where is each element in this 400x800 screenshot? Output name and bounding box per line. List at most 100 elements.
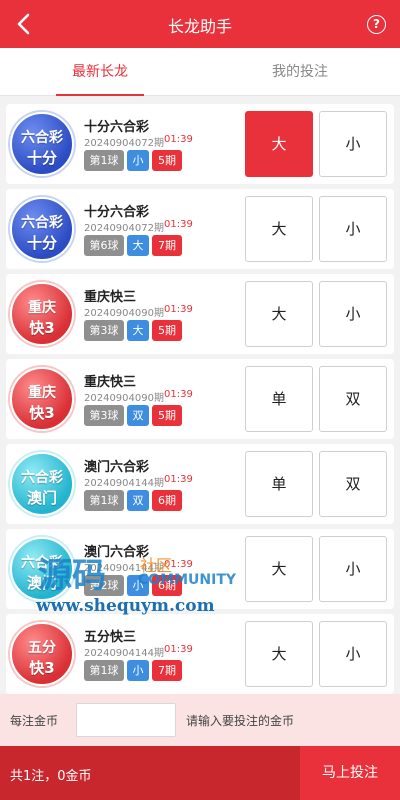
value-tag: 大 [127, 320, 149, 341]
logo-line1: 重庆 [28, 300, 56, 316]
list-item: 重庆 快3 重庆快三 20240904090期 01:39 第3球双 5期 单 双 [6, 359, 394, 439]
value-tag: 双 [127, 490, 149, 511]
value-tag: 小 [127, 660, 149, 681]
bet-option-a-button[interactable]: 大 [245, 536, 313, 602]
value-tag: 大 [127, 235, 149, 256]
list-item: 六合彩 澳门 澳门六合彩 20240904144期 01:39 第1球双 6期 单… [6, 444, 394, 524]
tab-label: 最新长龙 [72, 64, 128, 80]
issue-number: 20240904090期 [84, 308, 164, 319]
logo-line1: 六合彩 [21, 215, 63, 231]
place-bet-button[interactable]: 马上投注 [300, 746, 400, 800]
bet-option-b-button[interactable]: 小 [319, 196, 387, 262]
logo-line2: 十分 [26, 234, 57, 252]
periods-tag: 7期 [152, 235, 182, 256]
amount-hint: 请输入要投注的金币 [186, 714, 295, 728]
page-title: 长龙助手 [167, 17, 232, 36]
ball-tag: 第1球 [84, 660, 124, 681]
periods-tag: 7期 [152, 660, 182, 681]
value-tag: 双 [127, 405, 149, 426]
bet-option-b-button[interactable]: 小 [319, 621, 387, 687]
tag-row: 第6球大 7期 [84, 235, 185, 257]
active-tab-indicator [56, 94, 144, 96]
lottery-logo-icon: 六合彩 十分 [10, 197, 74, 261]
tag-row: 第3球双 5期 [84, 405, 185, 427]
amount-bar: 每注金币 请输入要投注的金币 [0, 694, 400, 746]
issue-number: 20240904072期 [84, 223, 164, 234]
countdown: 01:39 [164, 304, 193, 315]
logo-line2: 快3 [29, 404, 55, 422]
lottery-name: 十分六合彩 [84, 205, 150, 220]
issue-number: 20240904144期 [84, 563, 164, 574]
bet-summary: 共1注，0金币 [10, 769, 92, 784]
lottery-logo-icon: 六合彩 十分 [10, 112, 74, 176]
lottery-logo-icon: 六合彩 澳门 [10, 452, 74, 516]
countdown: 01:39 [164, 389, 193, 400]
ball-tag: 第1球 [84, 490, 124, 511]
tab-bar: 最新长龙 我的投注 [0, 48, 400, 96]
logo-line2: 快3 [29, 659, 55, 677]
logo-line2: 澳门 [26, 489, 57, 507]
tag-row: 第2球小 6期 [84, 575, 185, 597]
ball-tag: 第2球 [84, 575, 124, 596]
list-item: 五分 快3 五分快三 20240904144期 01:39 第1球小 7期 大 小 [6, 614, 394, 694]
periods-tag: 6期 [152, 490, 182, 511]
tab-my-bets[interactable]: 我的投注 [200, 48, 400, 96]
logo-line1: 五分 [28, 640, 56, 656]
periods-tag: 5期 [152, 405, 182, 426]
ball-tag: 第3球 [84, 405, 124, 426]
logo-line1: 六合彩 [21, 555, 63, 571]
lottery-name: 重庆快三 [84, 290, 137, 305]
issue-number: 20240904090期 [84, 393, 164, 404]
periods-tag: 5期 [152, 320, 182, 341]
bet-option-b-button[interactable]: 小 [319, 536, 387, 602]
countdown: 01:39 [164, 219, 193, 230]
bet-option-a-button[interactable]: 大 [245, 621, 313, 687]
logo-line2: 澳门 [26, 574, 57, 592]
lottery-logo-icon: 重庆 快3 [10, 282, 74, 346]
value-tag: 小 [127, 575, 149, 596]
lottery-logo-icon: 五分 快3 [10, 622, 74, 686]
lottery-logo-icon: 六合彩 澳门 [10, 537, 74, 601]
value-tag: 小 [127, 150, 149, 171]
bet-option-a-button[interactable]: 单 [245, 451, 313, 517]
tab-latest-streaks[interactable]: 最新长龙 [0, 48, 200, 96]
app-header: 长龙助手 ? [0, 0, 400, 48]
tag-row: 第1球双 6期 [84, 490, 185, 512]
logo-line2: 十分 [26, 149, 57, 167]
amount-input[interactable] [76, 703, 176, 737]
periods-tag: 6期 [152, 575, 182, 596]
lottery-name: 澳门六合彩 [84, 460, 150, 475]
tag-row: 第1球小 5期 [84, 150, 185, 172]
amount-label: 每注金币 [10, 714, 59, 728]
bet-option-b-button[interactable]: 小 [319, 281, 387, 347]
countdown: 01:39 [164, 559, 193, 570]
bet-option-a-button[interactable]: 大 [245, 196, 313, 262]
lottery-logo-icon: 重庆 快3 [10, 367, 74, 431]
logo-line1: 重庆 [28, 385, 56, 401]
lottery-name: 重庆快三 [84, 375, 137, 390]
tag-row: 第1球小 7期 [84, 660, 185, 682]
bet-option-a-button[interactable]: 大 [245, 111, 313, 177]
logo-line1: 六合彩 [21, 130, 63, 146]
bet-option-b-button[interactable]: 双 [319, 451, 387, 517]
periods-tag: 5期 [152, 150, 182, 171]
logo-line2: 快3 [29, 319, 55, 337]
ball-tag: 第3球 [84, 320, 124, 341]
lottery-name: 澳门六合彩 [84, 545, 150, 560]
list-item: 六合彩 澳门 澳门六合彩 20240904144期 01:39 第2球小 6期 大… [6, 529, 394, 609]
list-item: 重庆 快3 重庆快三 20240904090期 01:39 第3球大 5期 大 小 [6, 274, 394, 354]
bet-option-b-button[interactable]: 小 [319, 111, 387, 177]
help-icon[interactable]: ? [367, 15, 386, 34]
bet-option-a-button[interactable]: 单 [245, 366, 313, 432]
tab-label: 我的投注 [272, 64, 328, 80]
issue-number: 20240904144期 [84, 648, 164, 659]
lottery-name: 五分快三 [84, 630, 137, 645]
logo-line1: 六合彩 [21, 470, 63, 486]
countdown: 01:39 [164, 134, 193, 145]
list-item: 六合彩 十分 十分六合彩 20240904072期 01:39 第1球小 5期 大… [6, 104, 394, 184]
bet-option-a-button[interactable]: 大 [245, 281, 313, 347]
bet-option-b-button[interactable]: 双 [319, 366, 387, 432]
lottery-name: 十分六合彩 [84, 120, 150, 135]
issue-number: 20240904144期 [84, 478, 164, 489]
tag-row: 第3球大 5期 [84, 320, 185, 342]
